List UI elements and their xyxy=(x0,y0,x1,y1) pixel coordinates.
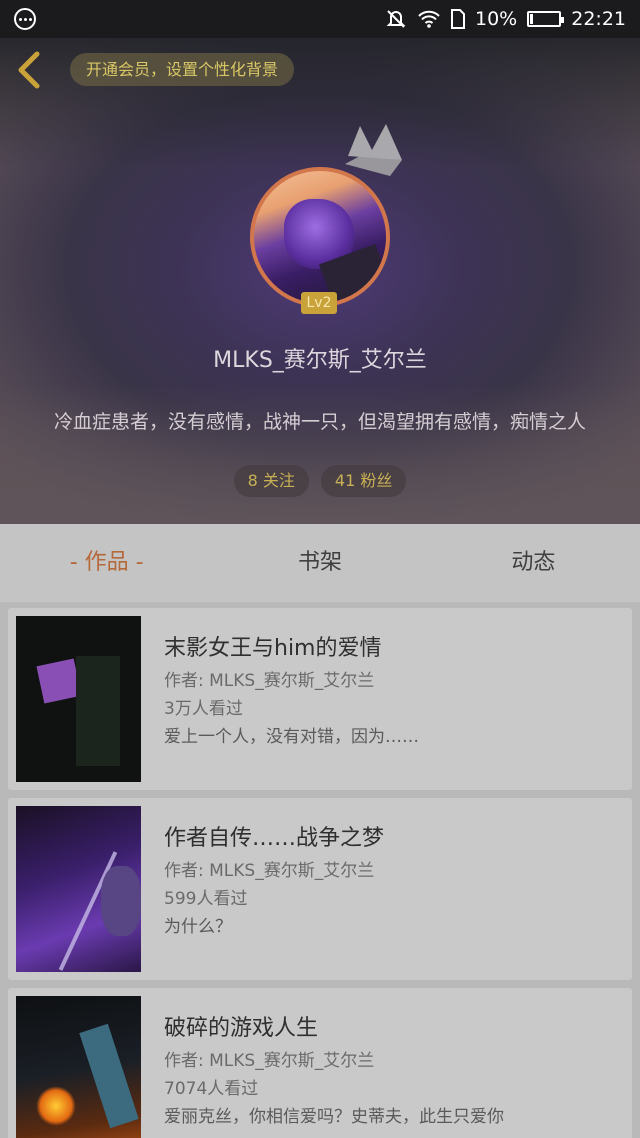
avatar[interactable] xyxy=(250,167,390,307)
tab-works[interactable]: - 作品 - xyxy=(0,524,213,602)
more-dots-icon xyxy=(14,8,36,30)
tab-activity[interactable]: 动态 xyxy=(427,524,640,602)
profile-tabs: - 作品 - 书架 动态 xyxy=(0,524,640,602)
profile-header: 开通会员，设置个性化背景 Lv2 MLKS_赛尔斯_艾尔兰 冷血症患者，没有感情… xyxy=(0,38,640,524)
following-count[interactable]: 8 关注 xyxy=(233,465,309,497)
works-list: 末影女王与him的爱情 作者: MLKS_赛尔斯_艾尔兰 3万人看过 爱上一个人… xyxy=(8,608,632,1138)
vip-background-banner[interactable]: 开通会员，设置个性化背景 xyxy=(70,53,295,86)
wifi-icon xyxy=(417,9,441,29)
work-author: 作者: MLKS_赛尔斯_艾尔兰 xyxy=(164,861,375,881)
work-views: 599人看过 xyxy=(164,889,248,909)
follow-stats: 8 关注 41 粉丝 xyxy=(0,465,640,497)
work-author: 作者: MLKS_赛尔斯_艾尔兰 xyxy=(164,1051,375,1071)
followers-count[interactable]: 41 粉丝 xyxy=(320,465,407,497)
work-card[interactable]: 作者自传……战争之梦 作者: MLKS_赛尔斯_艾尔兰 599人看过 为什么？ xyxy=(8,798,632,980)
status-bar: 10% 22:21 xyxy=(0,0,640,38)
chevron-left-icon xyxy=(18,51,40,89)
work-views: 3万人看过 xyxy=(164,699,243,719)
level-badge: Lv2 xyxy=(301,292,337,314)
back-button[interactable] xyxy=(12,50,46,90)
work-title: 作者自传……战争之梦 xyxy=(164,826,385,851)
work-views: 7074人看过 xyxy=(164,1079,259,1099)
battery-percent: 10% xyxy=(475,8,518,30)
work-card[interactable]: 破碎的游戏人生 作者: MLKS_赛尔斯_艾尔兰 7074人看过 爱丽克丝，你相… xyxy=(8,988,632,1138)
work-excerpt: 为什么？ xyxy=(164,917,232,937)
work-title: 破碎的游戏人生 xyxy=(164,1016,319,1041)
work-card[interactable]: 末影女王与him的爱情 作者: MLKS_赛尔斯_艾尔兰 3万人看过 爱上一个人… xyxy=(8,608,632,790)
work-cover xyxy=(16,616,141,782)
work-cover xyxy=(16,996,141,1138)
mute-icon xyxy=(385,8,407,30)
work-author: 作者: MLKS_赛尔斯_艾尔兰 xyxy=(164,671,375,691)
work-excerpt: 爱丽克丝，你相信爱吗？史蒂夫，此生只爱你 xyxy=(164,1107,504,1127)
user-bio: 冷血症患者，没有感情，战神一只，但渴望拥有感情，痴情之人 xyxy=(53,411,586,433)
work-excerpt: 爱上一个人，没有对错，因为…… xyxy=(164,727,419,747)
battery-icon xyxy=(527,11,565,27)
work-cover xyxy=(16,806,141,972)
tab-bookshelf[interactable]: 书架 xyxy=(213,524,426,602)
clock: 22:21 xyxy=(571,8,626,30)
sim-icon xyxy=(451,9,465,29)
work-title: 末影女王与him的爱情 xyxy=(164,636,382,661)
username: MLKS_赛尔斯_艾尔兰 xyxy=(213,348,427,373)
